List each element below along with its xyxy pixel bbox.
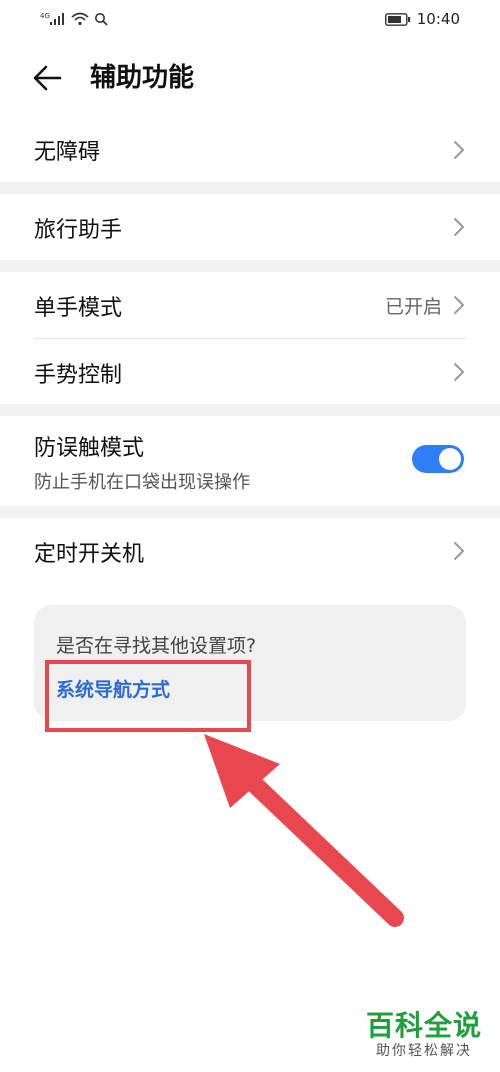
settings-item-label: 定时开关机 [34,542,145,567]
toggle-knob [439,448,461,470]
settings-item-accessibility[interactable]: 无障碍 [0,118,500,182]
search-icon [95,13,108,26]
suggestion-question: 是否在寻找其他设置项? [56,635,257,657]
status-right: 10:40 [384,10,460,28]
chevron-right-icon [454,363,464,381]
settings-item-label: 旅行助手 [34,218,123,243]
battery-icon [384,12,410,26]
section-separator [0,404,500,416]
status-left: 4G [40,12,108,26]
watermark-main: 百科全说 [365,1009,482,1042]
settings-item-travel-assistant[interactable]: 旅行助手 [0,194,500,260]
settings-item-gesture-control[interactable]: 手势控制 [0,339,500,404]
page-title: 辅助功能 [90,63,195,93]
settings-item-label: 单手模式 [34,296,123,321]
chevron-right-icon [454,296,464,314]
chevron-right-icon [454,542,464,560]
section-separator [0,260,500,272]
wifi-icon [71,12,89,26]
back-button[interactable] [30,62,66,94]
settings-item-label: 无障碍 [34,140,101,165]
watermark-sub: 助你轻松解决 [375,1043,472,1059]
accidental-touch-toggle[interactable] [412,445,464,473]
watermark-logo: 百科全说 助你轻松解决 [366,1010,482,1060]
settings-item-accidental-touch[interactable]: 防误触模式 防止手机在口袋出现误操作 [0,416,500,506]
annotation-arrow-icon [204,734,404,927]
settings-item-description: 防止手机在口袋出现误操作 [34,472,250,493]
settings-item-scheduled-power[interactable]: 定时开关机 [0,518,500,584]
settings-item-label: 防误触模式 [34,436,145,461]
svg-text:4G: 4G [40,12,50,20]
chevron-right-icon [454,218,464,236]
signal-icon: 4G [40,12,64,25]
back-arrow-icon [33,65,62,91]
settings-item-one-hand-mode[interactable]: 单手模式 已开启 [0,272,500,338]
settings-item-label: 手势控制 [34,363,123,388]
section-separator [0,506,500,518]
annotation-highlight-box [45,660,251,732]
header: 辅助功能 [0,50,500,106]
section-separator [0,182,500,194]
clock: 10:40 [416,10,460,28]
chevron-right-icon [454,141,464,159]
settings-item-value: 已开启 [384,296,442,318]
status-bar: 4G 10:40 [0,0,500,40]
